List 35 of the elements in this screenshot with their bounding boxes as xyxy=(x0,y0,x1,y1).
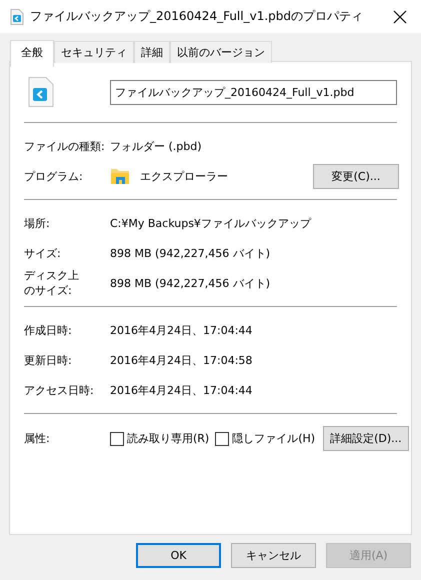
folder-icon xyxy=(110,166,130,186)
field-label: プログラム: xyxy=(24,168,83,184)
field-value: フォルダー (.pbd) xyxy=(110,138,202,154)
field-value: 2016年4月24日、17:04:58 xyxy=(110,352,252,368)
checkbox-label[interactable]: 読み取り専用(R) xyxy=(127,431,210,446)
tab[interactable]: 全般 xyxy=(10,40,54,67)
file-icon xyxy=(28,77,54,107)
field-label: 属性: xyxy=(24,431,50,446)
field-label: ディスク上のサイズ: xyxy=(24,268,80,298)
field-value: 2016年4月24日、17:04:44 xyxy=(110,322,252,338)
checkbox[interactable] xyxy=(110,432,124,446)
field-label: 更新日時: xyxy=(24,352,72,368)
tab[interactable]: 詳細 xyxy=(134,41,170,63)
field-label: 作成日時: xyxy=(24,322,72,338)
window-title: ファイルバックアップ_20160424_Full_v1.pbdのプロパティ xyxy=(30,8,364,25)
close-icon[interactable] xyxy=(393,10,407,24)
field-value: 898 MB (942,227,456 バイト) xyxy=(110,246,270,260)
field-label: アクセス日時: xyxy=(24,382,94,398)
field-value: 2016年4月24日、17:04:44 xyxy=(110,382,252,398)
checkbox-label[interactable]: 隠しファイル(H) xyxy=(232,431,316,446)
tab[interactable]: 以前のバージョン xyxy=(170,41,272,63)
field-label: サイズ: xyxy=(24,246,61,260)
file-icon xyxy=(10,8,24,24)
field-label: ファイルの種類: xyxy=(24,138,105,154)
field-value: エクスプローラー xyxy=(140,168,228,184)
dialog-button[interactable]: キャンセル xyxy=(231,543,316,568)
checkbox[interactable] xyxy=(215,432,230,446)
field-value: 898 MB (942,227,456 バイト) xyxy=(110,276,270,290)
field-value: C:¥My Backups¥ファイルバックアップ xyxy=(110,216,311,230)
dialog-button[interactable]: OK xyxy=(136,543,221,568)
field-label: 場所: xyxy=(24,216,50,230)
name-field[interactable]: ファイルバックアップ_20160424_Full_v1.pbd xyxy=(110,80,397,104)
tab[interactable]: セキュリティ xyxy=(54,41,134,63)
change-button[interactable]: 変更(C)... xyxy=(313,164,399,188)
advanced-button[interactable]: 詳細設定(D)... xyxy=(323,426,409,451)
